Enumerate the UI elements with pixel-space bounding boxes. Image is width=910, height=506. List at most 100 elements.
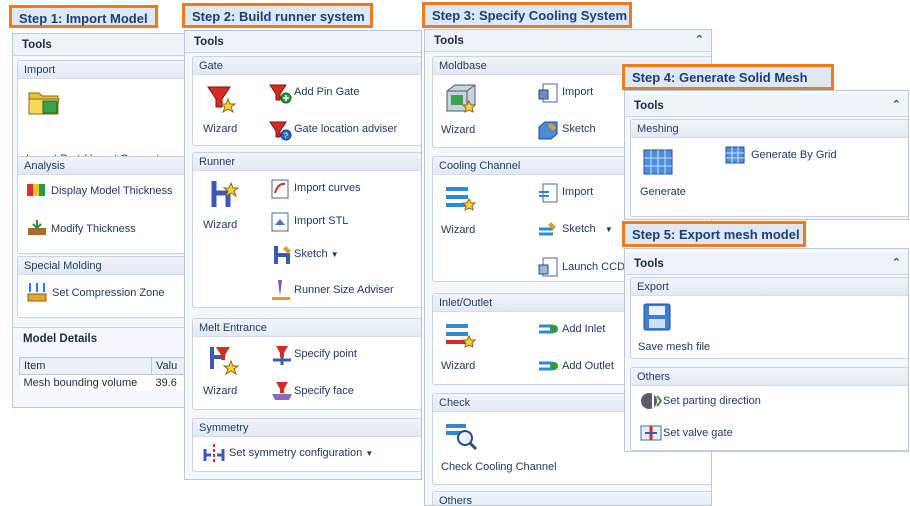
- dropdown-arrow-icon[interactable]: ▼: [365, 449, 373, 458]
- cooling-sketch-button[interactable]: Sketch ▼: [562, 223, 613, 235]
- sketch-label: Sketch: [562, 223, 596, 235]
- import-stl-button[interactable]: Import STL: [294, 215, 348, 227]
- add-outlet-icon[interactable]: [537, 356, 559, 376]
- thickness-map-icon[interactable]: [26, 182, 46, 198]
- group-header: Analysis: [18, 157, 189, 175]
- specify-face-button[interactable]: Specify face: [294, 385, 354, 397]
- valve-gate-icon[interactable]: [639, 422, 663, 444]
- melt-wizard-button[interactable]: Wizard: [203, 385, 237, 397]
- collapse-icon[interactable]: ⌃: [892, 256, 901, 269]
- table-cell: Mesh bounding volume: [19, 374, 152, 391]
- gate-wizard-button[interactable]: Wizard: [203, 123, 237, 135]
- moldbase-wizard-button[interactable]: Wizard: [441, 124, 475, 136]
- cooling-wizard-button[interactable]: Wizard: [441, 224, 475, 236]
- divider: [13, 327, 189, 328]
- add-pin-gate-icon[interactable]: [268, 82, 292, 104]
- import-curves-icon[interactable]: [270, 178, 292, 200]
- cooling-sketch-icon[interactable]: [537, 219, 559, 241]
- symmetry-config-label: Set symmetry configuration: [229, 447, 363, 459]
- tools-title: Tools: [634, 100, 664, 112]
- specify-point-icon[interactable]: [270, 344, 294, 366]
- tools-title: Tools: [434, 35, 464, 47]
- tools-header: Tools ⌃: [425, 30, 711, 52]
- runner-wizard-icon[interactable]: [206, 177, 240, 211]
- launch-ccd-button[interactable]: Launch CCD: [562, 261, 625, 273]
- save-mesh-file-icon[interactable]: [641, 302, 673, 332]
- add-pin-gate-button[interactable]: Add Pin Gate: [294, 86, 359, 98]
- export-group: Export Save mesh file: [630, 277, 908, 359]
- runner-sketch-icon[interactable]: [270, 244, 294, 266]
- step4-label: Step 4: Generate Solid Mesh: [622, 64, 834, 90]
- step5-label: Step 5: Export mesh model: [622, 221, 806, 247]
- inlet-outlet-wizard-icon[interactable]: [443, 318, 479, 352]
- modify-thickness-button[interactable]: Modify Thickness: [51, 223, 136, 235]
- modify-thickness-icon[interactable]: [26, 219, 48, 237]
- collapse-icon[interactable]: ⌃: [695, 33, 704, 46]
- gate-wizard-icon[interactable]: [204, 81, 238, 115]
- generate-button[interactable]: Generate: [640, 186, 686, 198]
- step5-panel: Tools ⌃ Export Save mesh file Others Set…: [624, 248, 909, 452]
- tools-title: Tools: [634, 258, 664, 270]
- generate-by-grid-icon[interactable]: [724, 145, 746, 165]
- import-curves-button[interactable]: Import curves: [294, 182, 361, 194]
- add-inlet-icon[interactable]: [537, 319, 559, 339]
- melt-wizard-icon[interactable]: [206, 343, 240, 377]
- model-details-header: Model Details: [23, 333, 98, 345]
- runner-group: Runner Wizard Import curves Import STL S…: [192, 152, 421, 308]
- special-molding-group: Special Molding Set Compression Zone: [17, 256, 189, 318]
- parting-direction-icon[interactable]: [639, 390, 663, 412]
- gate-group: Gate Wizard Add Pin Gate ? Gate location…: [192, 56, 421, 146]
- table-header-value: Valu: [150, 357, 189, 375]
- set-parting-direction-button[interactable]: Set parting direction: [663, 395, 761, 407]
- launch-ccd-icon[interactable]: [537, 256, 559, 278]
- generate-mesh-icon[interactable]: [641, 147, 675, 177]
- symmetry-icon[interactable]: [202, 443, 226, 465]
- dropdown-arrow-icon[interactable]: ▼: [331, 250, 339, 259]
- cooling-import-button[interactable]: Import: [562, 186, 593, 198]
- model-details-table: Item Valu Mesh bounding volume 39.6: [19, 357, 189, 391]
- display-thickness-button[interactable]: Display Model Thickness: [51, 185, 172, 197]
- specify-point-button[interactable]: Specify point: [294, 348, 357, 360]
- gate-location-adviser-icon[interactable]: ?: [268, 119, 292, 141]
- group-header: Gate: [193, 57, 421, 75]
- moldbase-import-button[interactable]: Import: [562, 86, 593, 98]
- set-compression-zone-button[interactable]: Set Compression Zone: [52, 287, 165, 299]
- step2-panel: Tools Gate Wizard Add Pin Gate ? Gate lo…: [184, 30, 422, 480]
- import-stl-icon[interactable]: [270, 211, 292, 233]
- step3-label: Step 3: Specify Cooling System: [422, 2, 632, 28]
- cooling-import-icon[interactable]: [537, 182, 559, 204]
- check-cooling-button[interactable]: Check Cooling Channel: [441, 461, 557, 473]
- add-inlet-button[interactable]: Add Inlet: [562, 323, 605, 335]
- symmetry-config-button[interactable]: Set symmetry configuration ▼: [229, 447, 373, 459]
- table-row[interactable]: Mesh bounding volume 39.6: [19, 374, 189, 391]
- add-outlet-button[interactable]: Add Outlet: [562, 360, 614, 372]
- step2-label: Step 2: Build runner system: [182, 3, 373, 28]
- inlet-outlet-wizard-button[interactable]: Wizard: [441, 360, 475, 372]
- moldbase-sketch-icon[interactable]: [537, 119, 559, 141]
- group-header: Special Molding: [18, 257, 189, 275]
- analysis-group: Analysis Display Model Thickness Modify …: [17, 156, 189, 254]
- save-mesh-file-button[interactable]: Save mesh file: [638, 341, 710, 353]
- generate-by-grid-button[interactable]: Generate By Grid: [751, 149, 837, 161]
- moldbase-import-icon[interactable]: [537, 82, 559, 104]
- specify-face-icon[interactable]: [270, 380, 294, 402]
- dropdown-arrow-icon[interactable]: ▼: [605, 225, 613, 234]
- runner-sketch-button[interactable]: Sketch ▼: [294, 248, 339, 260]
- moldbase-sketch-button[interactable]: Sketch: [562, 123, 596, 135]
- cooling-wizard-icon[interactable]: [443, 181, 479, 215]
- gate-location-adviser-button[interactable]: Gate location adviser: [294, 123, 397, 135]
- set-valve-gate-button[interactable]: Set valve gate: [663, 427, 733, 439]
- moldbase-wizard-icon[interactable]: [443, 81, 479, 115]
- table-header-item: Item: [19, 357, 152, 375]
- tools-header: Tools: [185, 31, 421, 53]
- compression-zone-icon[interactable]: [26, 281, 48, 303]
- check-cooling-icon[interactable]: [443, 418, 479, 452]
- group-header: Others: [631, 368, 908, 386]
- group-header: Import: [18, 61, 189, 79]
- runner-wizard-button[interactable]: Wizard: [203, 219, 237, 231]
- collapse-icon[interactable]: ⌃: [892, 98, 901, 111]
- folder-import-icon[interactable]: [27, 87, 61, 117]
- group-header: Melt Entrance: [193, 319, 421, 337]
- runner-size-adviser-icon[interactable]: [270, 278, 292, 302]
- runner-size-adviser-button[interactable]: Runner Size Adviser: [294, 284, 394, 296]
